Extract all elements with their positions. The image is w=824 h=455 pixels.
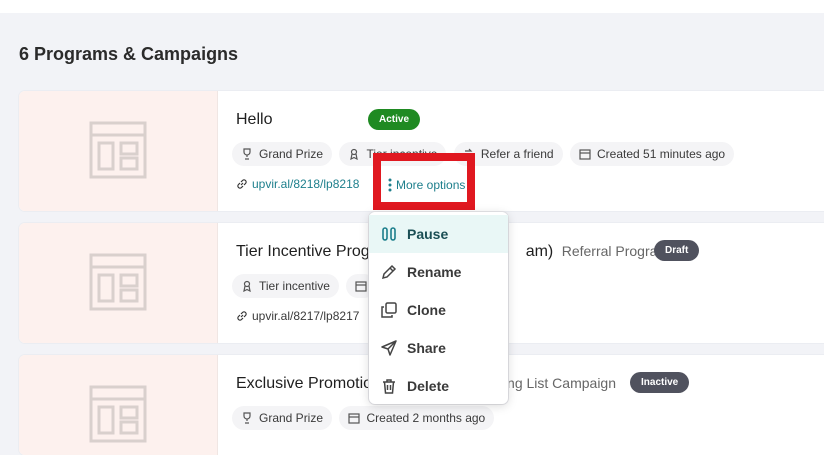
menu-item-clone[interactable]: Clone bbox=[369, 291, 508, 329]
layout-placeholder-icon bbox=[89, 253, 147, 311]
chip-grand-prize: Grand Prize bbox=[232, 406, 333, 430]
page-title: 6 Programs & Campaigns bbox=[19, 44, 239, 64]
program-link[interactable]: upvir.al/8217/lp8217 bbox=[236, 309, 359, 323]
program-title[interactable]: Hello bbox=[236, 111, 272, 129]
program-link-row: upvir.al/8218/lp8218 bbox=[236, 177, 359, 195]
program-link-row: upvir.al/8217/lp8217 bbox=[236, 309, 359, 327]
program-type: Referral Program bbox=[561, 243, 670, 259]
menu-item-delete[interactable]: Delete bbox=[369, 367, 508, 405]
calendar-icon bbox=[355, 281, 367, 292]
program-type: ting List Campaign bbox=[500, 375, 616, 391]
chip-created: Created 2 months ago bbox=[339, 406, 495, 430]
trophy-icon bbox=[243, 148, 251, 160]
highlight-box bbox=[373, 153, 475, 210]
chip-grand-prize: Grand Prize bbox=[232, 142, 333, 166]
layout-placeholder-icon bbox=[89, 385, 147, 443]
status-badge: Draft bbox=[654, 240, 700, 261]
program-link[interactable]: upvir.al/8218/lp8218 bbox=[236, 177, 359, 191]
program-thumbnail bbox=[19, 355, 218, 455]
menu-item-rename[interactable]: Rename bbox=[369, 253, 508, 291]
status-badge: Inactive bbox=[630, 372, 690, 393]
top-strip bbox=[0, 0, 824, 13]
more-options-menu: Pause Rename Clone Share Delete bbox=[369, 212, 508, 404]
menu-item-share[interactable]: Share bbox=[369, 329, 508, 367]
program-thumbnail bbox=[19, 223, 218, 343]
link-icon bbox=[237, 311, 247, 321]
status-badge: Active bbox=[368, 109, 421, 130]
calendar-icon bbox=[348, 413, 361, 424]
trophy-icon bbox=[243, 412, 251, 424]
menu-item-pause[interactable]: Pause bbox=[369, 215, 508, 253]
link-icon bbox=[237, 179, 247, 189]
program-chips: Grand Prize Created 2 months ago bbox=[232, 406, 497, 430]
layout-placeholder-icon bbox=[89, 121, 147, 179]
program-chips: Grand Prize Tier incentive Refer a frien… bbox=[232, 142, 737, 166]
copy-icon bbox=[381, 302, 397, 318]
chip-created: Created 51 minutes ago bbox=[570, 142, 735, 166]
calendar-icon bbox=[579, 149, 591, 160]
medal-icon bbox=[350, 148, 359, 160]
trash-icon bbox=[383, 379, 395, 394]
pencil-icon bbox=[381, 264, 397, 280]
program-chips: Tier incentive bbox=[232, 274, 379, 298]
pause-icon bbox=[382, 227, 396, 241]
send-icon bbox=[381, 340, 397, 356]
medal-icon bbox=[243, 280, 251, 292]
program-thumbnail bbox=[19, 91, 218, 211]
chip-tier-incentive: Tier incentive bbox=[232, 274, 339, 298]
